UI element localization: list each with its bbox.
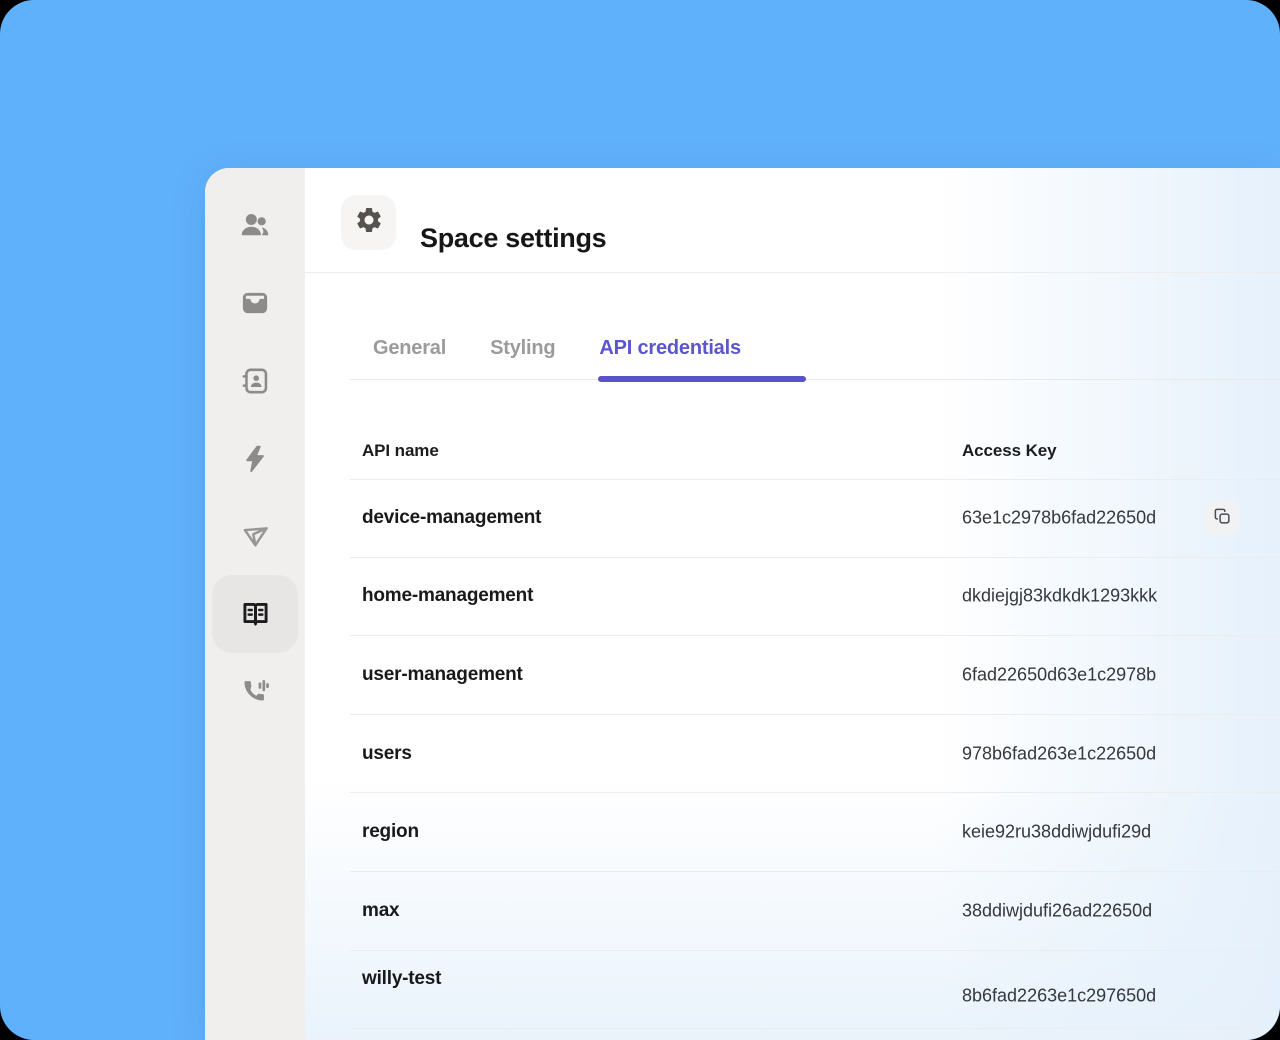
table-row: willy-test 8b6fad2263e1c297650d: [350, 951, 1280, 1030]
settings-icon-box: [341, 195, 396, 250]
active-tab-underline: [598, 376, 806, 382]
sidebar-item-automations[interactable]: [212, 420, 298, 498]
tabs-baseline: [350, 379, 1280, 380]
api-credentials-table: device-management 63e1c2978b6fad22650d h…: [350, 479, 1280, 1030]
api-name: willy-test: [362, 968, 442, 990]
tab-general[interactable]: General: [373, 337, 446, 360]
tab-styling[interactable]: Styling: [490, 337, 555, 360]
users-icon: [238, 208, 272, 242]
inbox-tray-icon: [239, 287, 271, 319]
access-key: 8b6fad2263e1c297650d: [962, 985, 1157, 1006]
sidebar-item-inbox[interactable]: [212, 264, 298, 342]
page-title: Space settings: [420, 222, 607, 253]
table-row: home-management dkdiejgj83kdkdk1293kkk: [350, 558, 1280, 637]
api-name: device-management: [362, 506, 542, 528]
column-header-api-name: API name: [362, 440, 439, 460]
api-name: users: [362, 742, 412, 764]
table-row: device-management 63e1c2978b6fad22650d: [350, 479, 1280, 558]
settings-tabs: General Styling API credentials: [373, 328, 741, 368]
sidebar-item-docs[interactable]: [212, 575, 298, 653]
access-key: keie92ru38ddiwjdufi29d: [962, 821, 1152, 842]
access-key: 978b6fad263e1c22650d: [962, 743, 1157, 764]
access-key: dkdiejgj83kdkdk1293kkk: [962, 585, 1158, 606]
header-divider: [305, 272, 1280, 273]
sidebar-item-campaigns[interactable]: [212, 498, 298, 576]
access-key: 63e1c2978b6fad22650d: [962, 507, 1157, 528]
access-key: 38ddiwjdufi26ad22650d: [962, 900, 1153, 921]
api-name: max: [362, 899, 400, 921]
table-row: max 38ddiwjdufi26ad22650d: [350, 872, 1280, 951]
access-key: 6fad22650d63e1c2978b: [962, 664, 1157, 685]
table-row: users 978b6fad263e1c22650d: [350, 715, 1280, 794]
table-header: API name Access Key: [350, 422, 1280, 480]
table-row: user-management 6fad22650d63e1c2978b: [350, 636, 1280, 715]
address-book-icon: [239, 365, 271, 397]
paper-plane-icon: [239, 521, 272, 554]
sidebar-item-calls[interactable]: [212, 651, 298, 729]
table-row: region keie92ru38ddiwjdufi29d: [350, 793, 1280, 872]
column-header-access-key: Access Key: [962, 440, 1057, 460]
gear-icon: [354, 205, 384, 240]
space-settings-panel: Space settings General Styling API crede…: [205, 168, 1280, 1040]
sidebar: [205, 168, 305, 1040]
copy-icon: [1213, 507, 1232, 529]
api-name: home-management: [362, 585, 534, 607]
api-name: region: [362, 821, 419, 843]
phone-waves-icon: [239, 674, 271, 706]
app-background: Space settings General Styling API crede…: [0, 0, 1280, 1040]
copy-key-button[interactable]: [1204, 499, 1240, 536]
sidebar-item-contacts[interactable]: [212, 342, 298, 420]
book-open-icon: [239, 598, 272, 631]
tab-api-credentials[interactable]: API credentials: [599, 337, 741, 360]
api-name: user-management: [362, 663, 523, 685]
lightning-icon: [239, 443, 271, 475]
sidebar-item-users[interactable]: [212, 186, 298, 264]
